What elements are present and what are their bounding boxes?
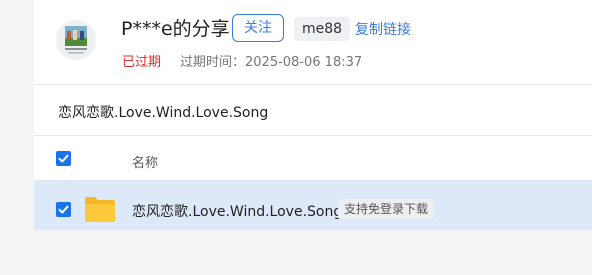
list-header: 名称: [34, 135, 592, 181]
expire-time: 过期时间：2025-08-06 18:37: [180, 55, 363, 70]
follow-button[interactable]: 关注: [232, 14, 284, 42]
share-code-badge: me88: [294, 17, 351, 41]
status-badge: 已过期: [122, 55, 162, 70]
breadcrumb: 恋风恋歌.Love.Wind.Love.Song: [58, 105, 269, 121]
checkmark-icon: [58, 205, 69, 214]
folder-icon: [85, 197, 115, 222]
file-name[interactable]: 恋风恋歌.Love.Wind.Love.Song: [132, 201, 342, 221]
share-header: P***e的分享 关注 me88 复制链接 已过期 过期时间：2025-08-0…: [34, 0, 592, 85]
share-title: P***e的分享: [121, 18, 230, 40]
row-checkbox[interactable]: [56, 202, 71, 217]
select-all-checkbox[interactable]: [56, 151, 71, 166]
copy-link-button[interactable]: 复制链接: [355, 19, 411, 39]
list-item[interactable]: 恋风恋歌.Love.Wind.Love.Song 支持免登录下载: [34, 180, 592, 230]
share-panel: P***e的分享 关注 me88 复制链接 已过期 过期时间：2025-08-0…: [34, 0, 592, 230]
avatar: [56, 20, 96, 60]
column-header-name[interactable]: 名称: [132, 152, 158, 171]
checkmark-icon: [58, 154, 69, 163]
download-tag: 支持免登录下载: [338, 199, 435, 219]
